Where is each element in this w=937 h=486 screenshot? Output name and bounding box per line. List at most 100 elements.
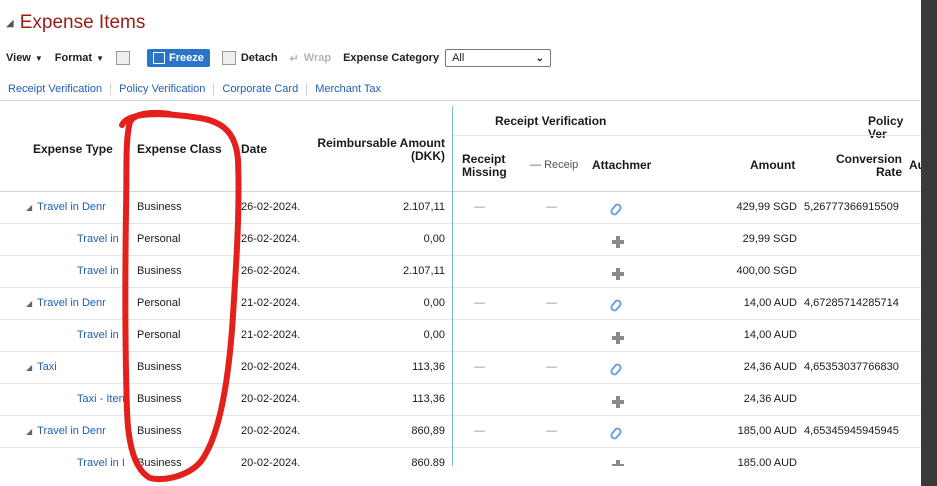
header-receipt-col[interactable]: — Receip [530,159,578,172]
section-title[interactable]: ◢ Expense Items [6,12,145,34]
reimbursable-amount-cell: 860,89 [411,425,445,437]
table-row[interactable]: Travel in I Personal 21-02-2024. 0,00 14,00 … [0,320,921,352]
expense-type-text: Travel in Denr [37,425,106,437]
date-cell: 26-02-2024. [241,201,301,213]
format-menu[interactable]: Format ▼ [55,52,104,64]
column-freeze-icon-button[interactable] [116,51,135,65]
header-conversion-rate[interactable]: Conversion Rate [830,153,902,179]
table-row[interactable]: Travel in I Business 26-02-2024. 2.107,11 40… [0,256,921,288]
expand-triangle-icon[interactable]: ◢ [26,299,32,308]
expense-category-value: All [452,52,465,64]
reimbursable-amount-cell: 0,00 [423,233,445,245]
reimbursable-amount-cell: 2.107,11 [402,265,445,277]
expense-type-text: Travel in I [77,457,125,466]
table-row[interactable]: ◢ Travel in Denr Business 20-02-2024. 860,89… [0,416,921,448]
expense-type-text: Taxi - Iten [77,393,125,405]
date-cell: 20-02-2024. [241,361,301,373]
header-expense-class[interactable]: Expense Class [137,143,222,156]
detach-button[interactable]: Detach [221,51,278,65]
attachment-clip-button[interactable] [609,201,627,219]
link-receipt-verification[interactable]: Receipt Verification [0,83,112,95]
reimbursable-amount-cell: 860,89 [411,457,445,466]
paperclip-icon [609,361,624,378]
link-corporate-card[interactable]: Corporate Card [214,83,308,95]
table-row[interactable]: Taxi - Iten Business 20-02-2024. 113,36 24,3… [0,384,921,416]
expense-type-text: Travel in I [77,233,125,245]
plus-icon [612,268,624,280]
reimbursable-amount-cell: 113,36 [412,361,445,373]
table-row[interactable]: ◢ Travel in Denr Business 26-02-2024. 2.107,… [0,192,921,224]
wrap-icon: ↵ [289,52,299,65]
receipt-cell: — [546,201,557,213]
table-row[interactable]: Travel in I Business 20-02-2024. 860,89 185,… [0,448,921,466]
expense-class-cell: Business [137,201,182,213]
attachment-clip-button[interactable] [609,297,627,315]
amount-cell: 29,99 SGD [742,233,797,245]
receipt-missing-cell: — [474,361,485,373]
expense-type-link[interactable]: ◢ Taxi [26,361,130,373]
plus-icon [612,236,624,248]
add-attachment-button[interactable] [609,233,627,251]
header-reimbursable-amount[interactable]: Reimbursable Amount (DKK) [300,137,445,163]
expense-class-cell: Business [137,425,182,437]
header-group-divider [453,135,921,136]
attachment-clip-button[interactable] [609,425,627,443]
add-attachment-button[interactable] [609,329,627,347]
frozen-column-divider[interactable] [452,106,453,466]
reimbursable-amount-cell: 0,00 [423,297,445,309]
header-amount[interactable]: Amount [750,159,795,172]
paperclip-icon [609,201,624,218]
receipt-cell: — [546,425,557,437]
add-attachment-button[interactable] [609,393,627,411]
link-policy-verification[interactable]: Policy Verification [111,83,215,95]
collapse-triangle-icon[interactable]: ◢ [6,18,14,29]
table-row[interactable]: Travel in I Personal 26-02-2024. 0,00 29,99 … [0,224,921,256]
header-conversion-line1: Conversion [835,152,902,166]
chevron-down-icon: ⌄ [535,52,545,64]
expense-category-select[interactable]: All ⌄ [445,49,552,67]
header-group-receipt-verification: Receipt Verification [495,114,607,128]
plus-icon [612,332,624,344]
header-attachments[interactable]: Attachmer [592,159,651,172]
amount-cell: 24,36 AUD [743,393,797,405]
receipt-missing-cell: — [474,425,485,437]
date-cell: 26-02-2024. [241,233,301,245]
add-attachment-button[interactable] [609,457,627,466]
add-attachment-button[interactable] [609,265,627,283]
freeze-button[interactable]: Freeze [147,49,210,67]
expense-type-link[interactable]: ◢ Travel in Denr [26,425,130,437]
expand-triangle-icon[interactable]: ◢ [26,427,32,436]
header-reimb-line2: (DKK) [411,149,445,163]
paperclip-icon [609,425,624,442]
plus-icon [612,396,624,408]
header-receipt-missing[interactable]: Receipt Missing [462,153,507,179]
expense-items-table: Expense Type Expense Class Date Reimburs… [0,106,921,466]
header-date[interactable]: Date [241,143,267,156]
receipt-cell: — [546,297,557,309]
expense-type-link[interactable]: ◢ Travel in Denr [26,297,130,309]
header-receipt-missing-line1: Receipt [462,152,506,166]
plus-icon [612,460,624,466]
verification-links: Receipt Verification Policy Verification… [0,78,920,101]
table-row[interactable]: ◢ Travel in Denr Personal 21-02-2024. 0,00 — —… [0,288,921,320]
conversion-rate-cell: 4,65353037766830 [804,361,899,373]
window-edge-bar [921,0,937,486]
header-expense-type[interactable]: Expense Type [33,143,113,156]
wrap-button[interactable]: ↵ Wrap [290,52,332,65]
expand-triangle-icon[interactable]: ◢ [26,363,32,372]
expense-category-label: Expense Category [343,52,440,64]
header-group-policy-verification: Policy Ver [868,114,904,141]
attachment-clip-button[interactable] [609,361,627,379]
header-au[interactable]: Au [909,159,921,172]
receipt-cell: — [546,361,557,373]
expand-triangle-icon[interactable]: ◢ [26,203,32,212]
conversion-rate-cell: 4,65345945945945 [804,425,899,437]
header-reimb-line1: Reimbursable Amount [317,136,445,150]
table-row[interactable]: ◢ Taxi Business 20-02-2024. 113,36 — — 24,36 AU… [0,352,921,384]
link-merchant-tax[interactable]: Merchant Tax [307,83,389,95]
expense-class-cell: Business [137,457,182,466]
expense-type-link[interactable]: ◢ Travel in Denr [26,201,130,213]
view-menu[interactable]: View ▼ [6,52,43,64]
amount-cell: 429,99 SGD [736,201,797,213]
expense-type-text: Travel in I [77,265,125,277]
